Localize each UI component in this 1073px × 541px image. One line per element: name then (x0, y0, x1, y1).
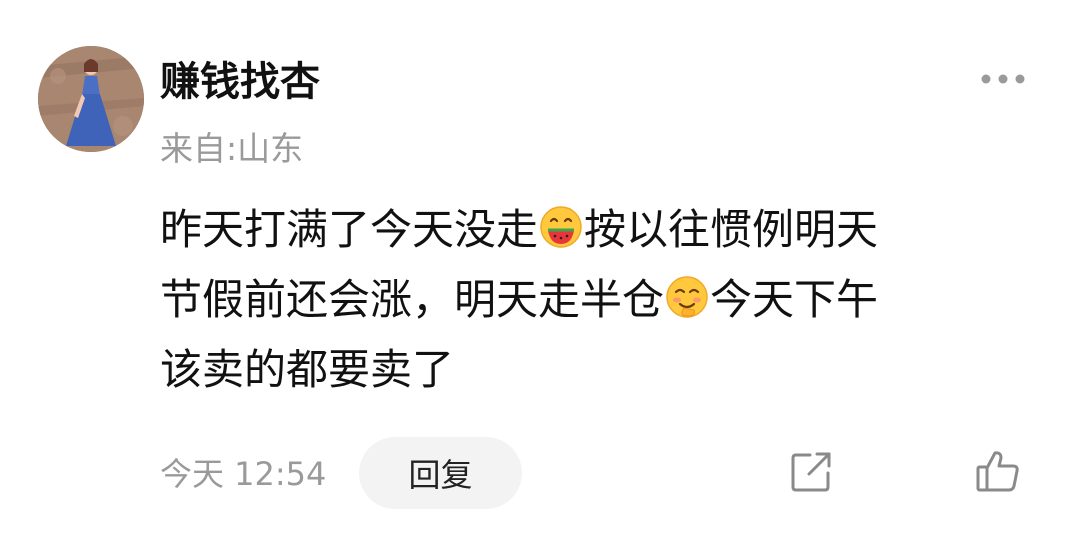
comment-timestamp: 今天 12:54 (160, 455, 327, 493)
comment-segment: 按以往惯例明天 (584, 205, 879, 254)
comment-segment: 该卖的都要卖了 (160, 345, 455, 394)
comment-segment: 今天下午 (710, 275, 879, 324)
author-location: 来自:山东 (160, 129, 304, 168)
comment-segment: 昨天打满了今天没走 (160, 205, 539, 254)
comment-text: 昨天打满了今天没走 按以往惯例明天 节假前还会涨，明天走半仓 今天下午 该卖的都… (160, 195, 1040, 405)
eating-watermelon-emoji (538, 204, 584, 250)
comment-line: 节假前还会涨，明天走半仓 今天下午 (160, 265, 1040, 335)
thumbs-up-icon[interactable] (974, 447, 1022, 495)
avatar-image (38, 46, 144, 152)
shy-smile-emoji (664, 274, 710, 320)
comment-line: 该卖的都要卖了 (160, 335, 1040, 405)
more-dots-icon[interactable] (978, 66, 1028, 92)
comment-segment: 节假前还会涨，明天走半仓 (160, 275, 665, 324)
share-icon[interactable] (788, 449, 834, 495)
avatar[interactable] (38, 46, 144, 152)
comment-line: 昨天打满了今天没走 按以往惯例明天 (160, 195, 1040, 265)
reply-button[interactable]: 回复 (359, 437, 522, 509)
author-name[interactable]: 赚钱找杏 (160, 54, 320, 110)
